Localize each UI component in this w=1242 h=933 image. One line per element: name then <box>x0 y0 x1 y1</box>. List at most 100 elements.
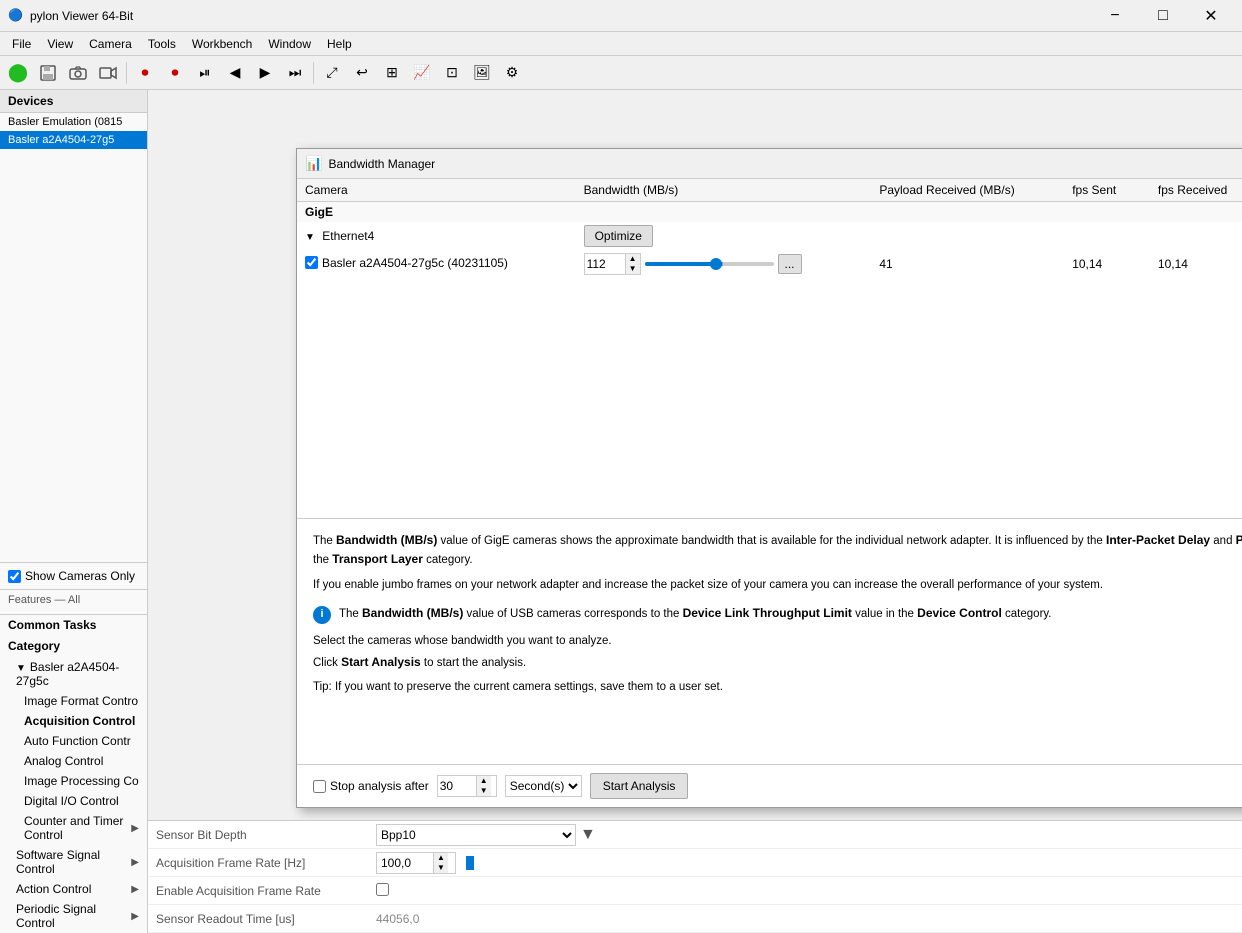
eth-collapse-arrow[interactable]: ▼ <box>305 232 315 243</box>
category-basler[interactable]: ▼Basler a2A4504-27g5c <box>0 657 147 691</box>
frame-rate-spinners: ▲ ▼ <box>433 853 448 873</box>
toolbar-save-btn[interactable] <box>34 59 62 87</box>
category-basler-label: ▼Basler a2A4504-27g5c <box>16 660 139 688</box>
frame-rate-input[interactable] <box>377 853 433 873</box>
device-item-basler[interactable]: Basler a2A4504-27g5 <box>0 131 147 149</box>
category-action[interactable]: Action Control ▶ <box>0 879 147 899</box>
start-analysis-button[interactable]: Start Analysis <box>590 773 689 799</box>
menu-tools[interactable]: Tools <box>140 35 184 53</box>
payload-received-cell: 41 <box>871 250 1064 278</box>
sensor-bit-depth-label: Sensor Bit Depth <box>156 828 376 842</box>
bandwidth-slider[interactable] <box>645 262 774 266</box>
col-payload: Payload Received (MB/s) <box>871 179 1064 202</box>
toolbar-image-btn[interactable]: 🖼 <box>468 59 496 87</box>
toolbar-rotate-btn[interactable]: ↩ <box>348 59 376 87</box>
stop-after-input[interactable] <box>438 776 476 796</box>
stop-after-spinners: ▲ ▼ <box>476 776 491 796</box>
toolbar: ⬤ ⏺ ⏺ ⏯ ◀ ▶ ⏭ ⤢ ↩ ⊞ 📈 ⊡ 🖼 ⚙ <box>0 56 1242 90</box>
menu-help[interactable]: Help <box>319 35 360 53</box>
eth-label: Ethernet4 <box>322 229 374 243</box>
toolbar-record2-btn[interactable]: ⏺ <box>161 59 189 87</box>
camera-checkbox[interactable] <box>305 256 318 269</box>
fps-sent-value: 10,14 <box>1072 257 1102 271</box>
enable-frame-rate-checkbox[interactable] <box>376 883 389 896</box>
bandwidth-slider-container: ▲ ▼ ... <box>584 253 784 275</box>
category-image-format[interactable]: Image Format Contro <box>0 691 147 711</box>
sensor-readout-label: Sensor Readout Time [us] <box>156 912 376 926</box>
category-auto-function[interactable]: Auto Function Contr <box>0 731 147 751</box>
category-acquisition[interactable]: Acquisition Control <box>0 711 147 731</box>
toolbar-live-btn[interactable]: ⬤ <box>4 59 32 87</box>
frame-rate-up[interactable]: ▲ <box>434 853 448 863</box>
close-button[interactable]: ✕ <box>1188 0 1234 32</box>
stop-after-input-wrap: ▲ ▼ <box>437 775 497 797</box>
menu-view[interactable]: View <box>39 35 81 53</box>
col-empty <box>807 179 871 202</box>
sensor-bit-depth-select[interactable]: Bpp10 Bpp8 Bpp12 <box>376 824 576 846</box>
toolbar-zoom-btn[interactable]: ⤢ <box>318 59 346 87</box>
sensor-bit-depth-dropdown-arrow: ▼ <box>580 826 596 844</box>
category-image-processing[interactable]: Image Processing Co <box>0 771 147 791</box>
toolbar-end-btn[interactable]: ⏭ <box>281 59 309 87</box>
bandwidth-cell: ▲ ▼ ... <box>576 250 807 278</box>
toolbar-play-btn[interactable]: ⏯ <box>191 59 219 87</box>
toolbar-camera-btn[interactable] <box>64 59 92 87</box>
camera-row: Basler a2A4504-27g5c (40231105) ▲ <box>297 250 1242 278</box>
frame-rate-down[interactable]: ▼ <box>434 863 448 873</box>
device-item-emulation[interactable]: Basler Emulation (0815 <box>0 113 147 131</box>
show-cameras-checkbox[interactable] <box>8 570 21 583</box>
toolbar-grid-btn[interactable]: ⊞ <box>378 59 406 87</box>
category-counter-arrow: ▶ <box>131 823 139 834</box>
toolbar-video-btn[interactable] <box>94 59 122 87</box>
sidebar: Devices Basler Emulation (0815 Basler a2… <box>0 90 148 933</box>
stop-after-down[interactable]: ▼ <box>477 786 491 796</box>
toolbar-settings-btn[interactable]: ⚙ <box>498 59 526 87</box>
features-label: Features — All <box>0 590 147 610</box>
camera-name-cell: Basler a2A4504-27g5c (40231105) <box>297 250 576 278</box>
maximize-button[interactable]: □ <box>1140 0 1186 32</box>
eth-name: ▼ Ethernet4 <box>297 222 576 250</box>
optimize-button[interactable]: Optimize <box>584 225 653 247</box>
stop-after-up[interactable]: ▲ <box>477 776 491 786</box>
minimize-button[interactable]: − <box>1092 0 1138 32</box>
time-unit-select[interactable]: Second(s) Minute(s) <box>505 775 582 797</box>
category-periodic-signal-label: Periodic Signal Control <box>16 902 131 930</box>
info-usb-text: The Bandwidth (MB/s) value of USB camera… <box>339 604 1052 623</box>
bandwidth-spinners: ▲ ▼ <box>625 254 640 274</box>
category-analog[interactable]: Analog Control <box>0 751 147 771</box>
toolbar-chart-btn[interactable]: 📈 <box>408 59 436 87</box>
enable-frame-rate-label: Enable Acquisition Frame Rate <box>156 884 376 898</box>
ethernet-row: ▼ Ethernet4 Optimize <box>297 222 1242 250</box>
category-periodic-signal-arrow: ▶ <box>131 911 139 922</box>
menu-workbench[interactable]: Workbench <box>184 35 260 53</box>
show-cameras-row: Show Cameras Only <box>0 562 147 590</box>
category-software-signal[interactable]: Software Signal Control ▶ <box>0 845 147 879</box>
sensor-bit-depth-value-container: Bpp10 Bpp8 Bpp12 ▼ <box>376 824 1234 846</box>
category-digital-io[interactable]: Digital I/O Control <box>0 791 147 811</box>
toolbar-forward-btn[interactable]: ▶ <box>251 59 279 87</box>
toolbar-fit-btn[interactable]: ⊡ <box>438 59 466 87</box>
category-auto-function-label: Auto Function Contr <box>24 734 131 748</box>
bandwidth-input-wrap: ▲ ▼ <box>584 253 641 275</box>
col-camera: Camera <box>297 179 576 202</box>
category-image-processing-label: Image Processing Co <box>24 774 139 788</box>
sensor-readout-value: 44056,0 <box>376 912 419 926</box>
menu-file[interactable]: File <box>4 35 39 53</box>
bottom-controls: Stop analysis after ▲ ▼ Second(s) Minute… <box>297 764 1242 807</box>
stop-analysis-checkbox[interactable] <box>313 780 326 793</box>
col-fps-received: fps Received <box>1150 179 1242 202</box>
bandwidth-dots-btn[interactable]: ... <box>778 254 802 274</box>
bandwidth-input[interactable] <box>585 254 625 274</box>
menu-camera[interactable]: Camera <box>81 35 140 53</box>
category-periodic-signal[interactable]: Periodic Signal Control ▶ <box>0 899 147 933</box>
bandwidth-down[interactable]: ▼ <box>626 264 640 274</box>
feature-row-sensor-readout: Sensor Readout Time [us] 44056,0 <box>148 905 1242 933</box>
menu-window[interactable]: Window <box>260 35 319 53</box>
category-counter[interactable]: Counter and Timer Control ▶ <box>0 811 147 845</box>
col-bandwidth: Bandwidth (MB/s) <box>576 179 807 202</box>
toolbar-back-btn[interactable]: ◀ <box>221 59 249 87</box>
toolbar-record-btn[interactable]: ⏺ <box>131 59 159 87</box>
category-action-arrow: ▶ <box>131 884 139 895</box>
main-layout: Devices Basler Emulation (0815 Basler a2… <box>0 90 1242 933</box>
bandwidth-up[interactable]: ▲ <box>626 254 640 264</box>
